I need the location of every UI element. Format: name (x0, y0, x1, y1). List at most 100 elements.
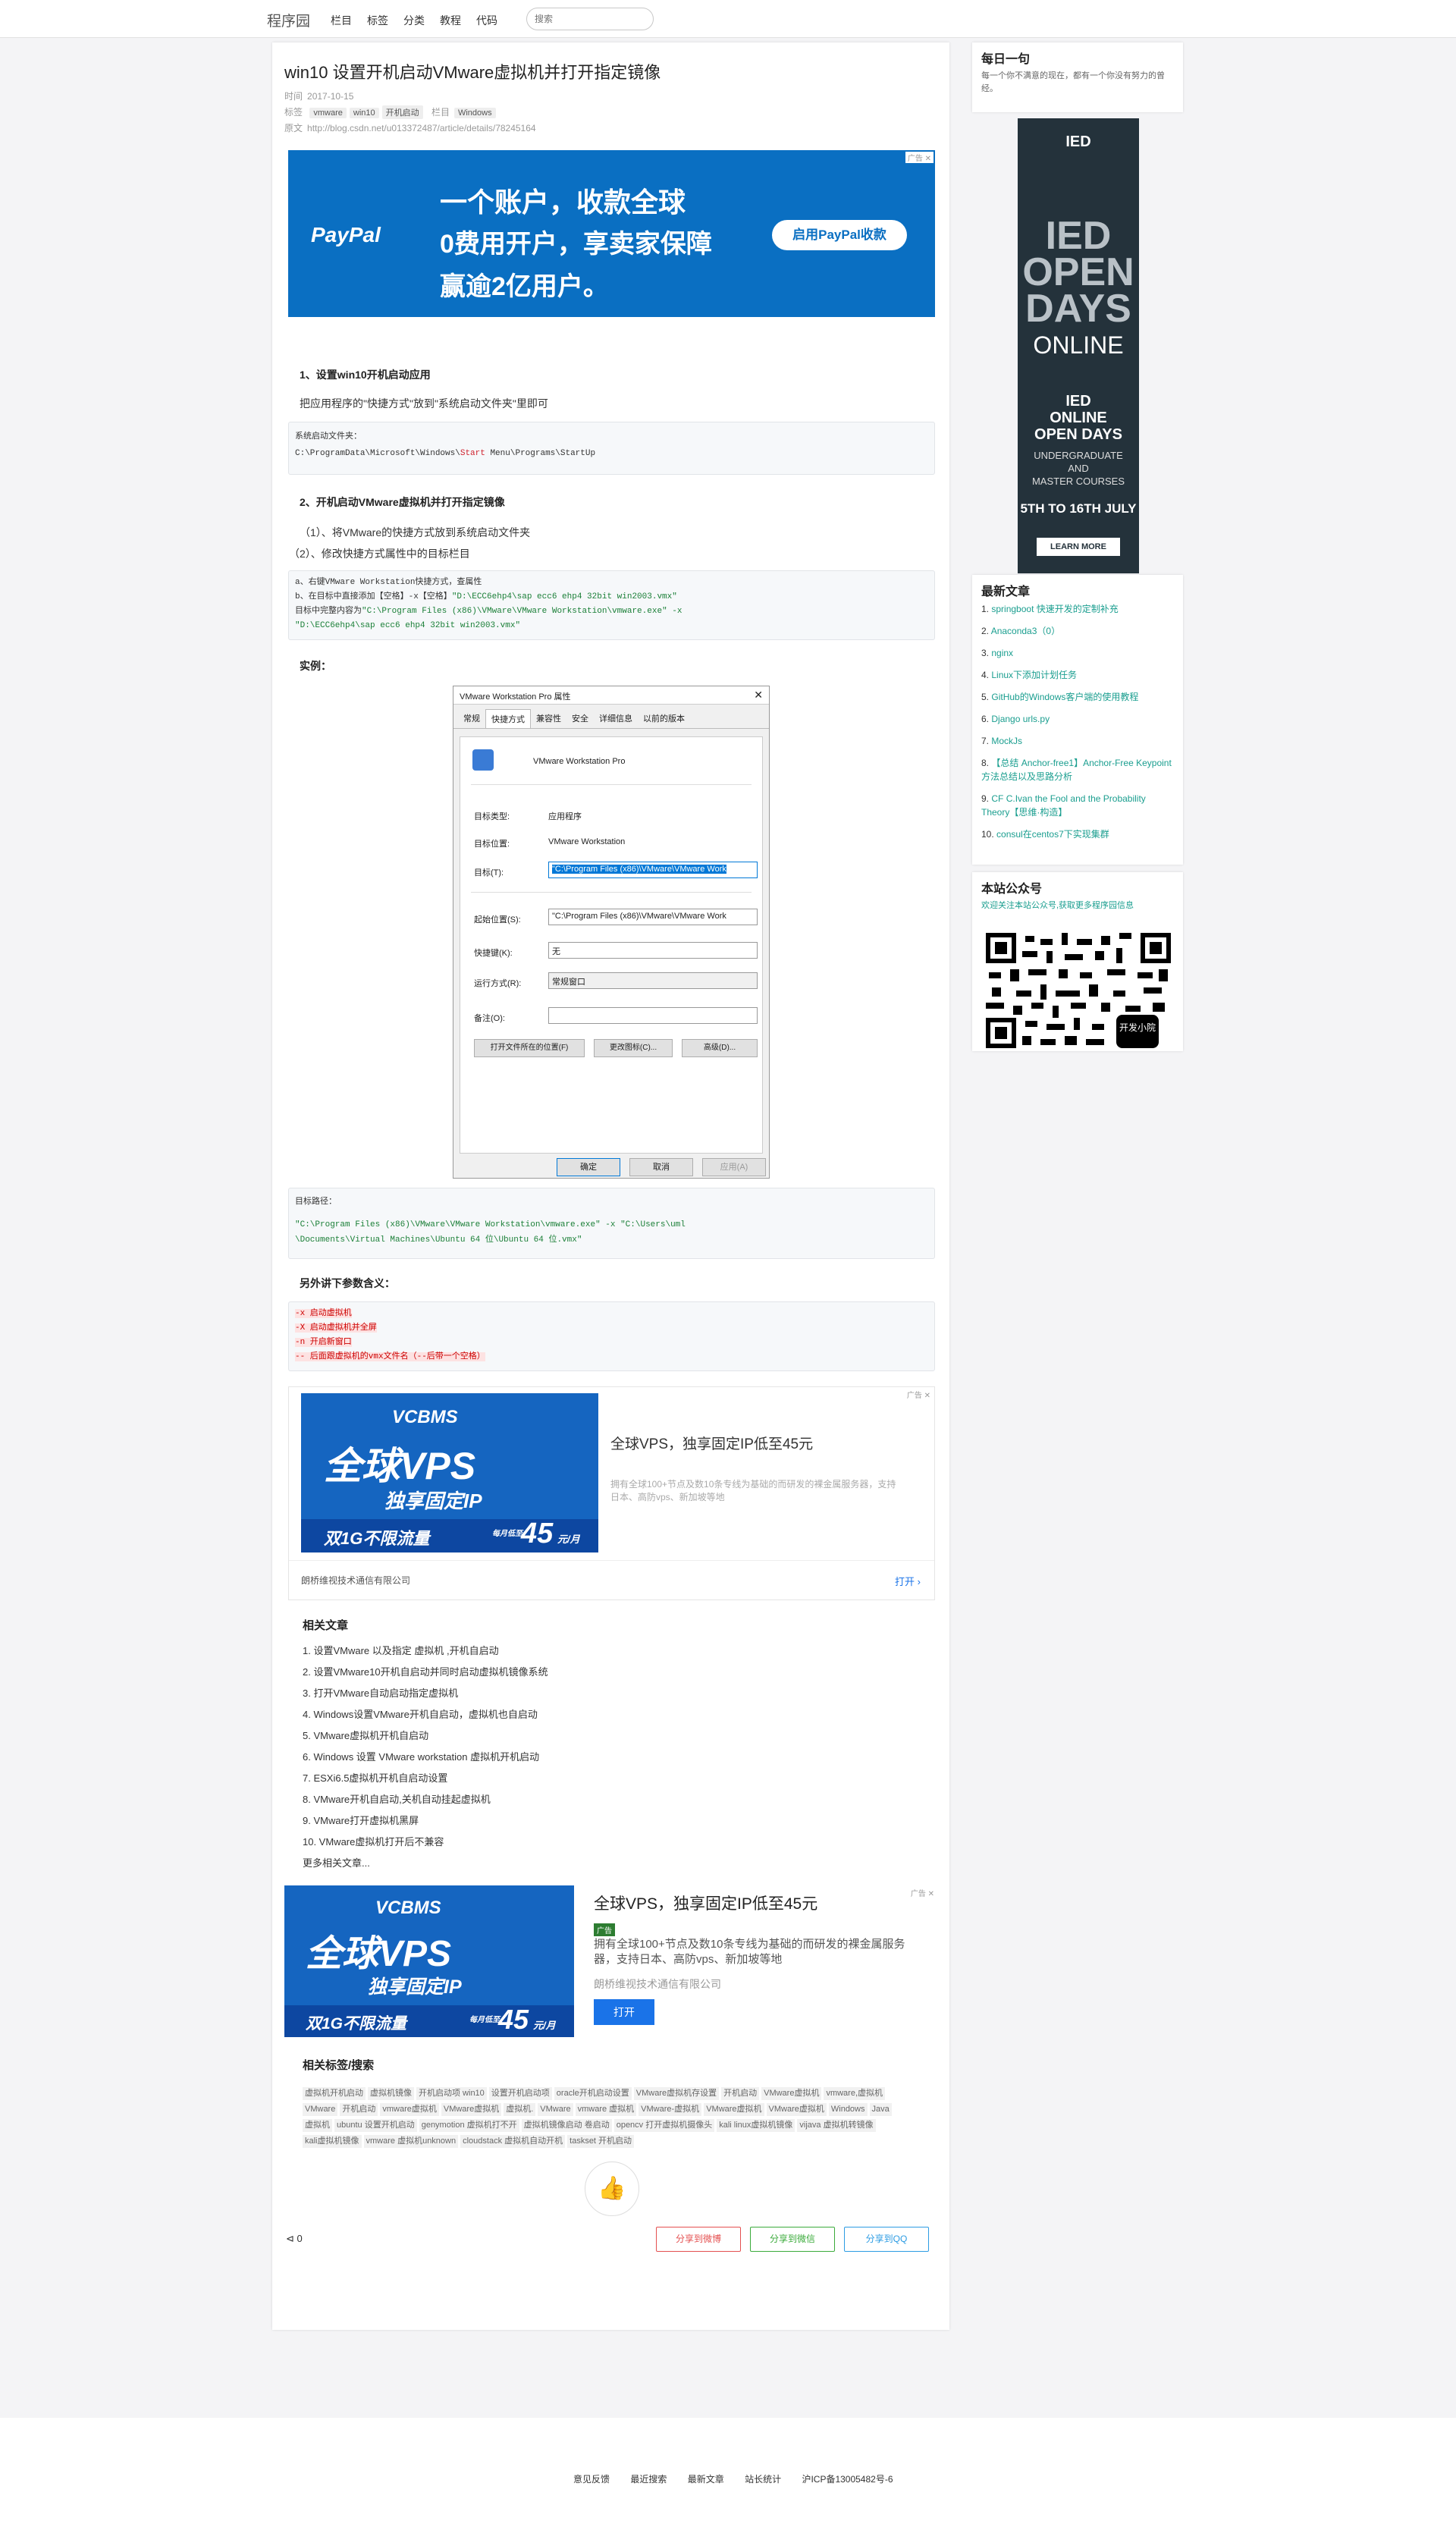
vmware-app-icon (472, 749, 494, 771)
more-related-link[interactable]: 更多相关文章... (303, 1855, 370, 1870)
related-link[interactable]: 8. VMware开机自启动,关机自动挂起虚拟机 (303, 1791, 491, 1806)
nav-item-code[interactable]: 代码 (476, 13, 497, 28)
latest-article-link[interactable]: 5. GitHub的Windows客户端的使用教程 (981, 690, 1174, 704)
related-heading: 相关文章 (303, 1619, 349, 1632)
tag-link[interactable]: vmware 虚拟机 (575, 2103, 637, 2116)
tag-link[interactable]: 虚拟机开机启动 (303, 2087, 366, 2100)
latest-article-link[interactable]: 6. Django urls.py (981, 712, 1174, 726)
tag-link[interactable]: 虚拟机镜像启动 卷启动 (521, 2119, 612, 2132)
latest-article-link[interactable]: 8. 【总结 Anchor-free1】Anchor-Free Keypoint… (981, 756, 1174, 783)
footer-link-stats[interactable]: 站长统计 (745, 2474, 781, 2485)
ad-open-button[interactable]: 打开 (594, 1999, 654, 2025)
learn-more-button[interactable]: LEARN MORE (1037, 538, 1120, 556)
vps-ad-card[interactable]: 广告 ✕ VCBMS 全球VPS 独享固定IP 双1G不限流量 每月低至 45 … (288, 1386, 935, 1600)
ad-description: 拥有全球100+节点及数10条专线为基础的而研发的裸金属服务器，支持日本、高防v… (594, 1938, 905, 1966)
tag-link[interactable]: VMware (538, 2103, 573, 2116)
tag-link[interactable]: ubuntu 设置开机启动 (334, 2119, 417, 2132)
related-link[interactable]: 1. 设置VMware 以及指定 虚拟机 ,开机自启动 (303, 1643, 499, 1657)
latest-article-link[interactable]: 3. nginx (981, 646, 1174, 660)
tag-link[interactable]: vijava 虚拟机转镜像 (797, 2119, 876, 2132)
tag-link[interactable]: vmware 虚拟机unknown (363, 2135, 459, 2148)
ad-close-icon[interactable]: 广告 ✕ (904, 1389, 933, 1400)
share-qq-button[interactable]: 分享到QQ (844, 2227, 929, 2252)
related-link[interactable]: 7. ESXi6.5虚拟机开机自启动设置 (303, 1770, 447, 1785)
share-wechat-button[interactable]: 分享到微信 (750, 2227, 835, 2252)
tag-link[interactable]: VMware虚拟机 (766, 2103, 827, 2116)
related-link[interactable]: 10. VMware虚拟机打开后不兼容 (303, 1834, 444, 1848)
tag-link[interactable]: kali linux虚拟机镜像 (717, 2119, 795, 2132)
latest-article-link[interactable]: 10. consul在centos7下实现集群 (981, 827, 1174, 841)
footer-link-latest[interactable]: 最新文章 (688, 2474, 724, 2485)
related-link[interactable]: 9. VMware打开虚拟机黑屏 (303, 1813, 419, 1827)
article-source: 原文 http://blog.csdn.net/u013372487/articl… (284, 123, 536, 133)
tag-link[interactable]: opencv 打开虚拟机摄像头 (613, 2119, 715, 2132)
tag-link[interactable]: VMware虚拟机 (441, 2103, 502, 2116)
tag-link[interactable]: 虚拟机镜像 (368, 2087, 414, 2100)
tag-link[interactable]: VMware-虚拟机 (639, 2103, 702, 2116)
tag-chip[interactable]: win10 (349, 108, 379, 118)
vps-ad-wide[interactable]: 广告 ✕ VCBMS 全球VPS 独享固定IP 双1G不限流量 每月低至 45 … (284, 1885, 938, 2037)
article-tags: 标签 vmware win10 开机启动 栏目 Windows (284, 105, 499, 119)
latest-article-link[interactable]: 4. Linux下添加计划任务 (981, 668, 1174, 682)
thumbs-up-icon[interactable]: 👍 (585, 2162, 639, 2216)
wechat-account-title: 本站公众号 (981, 883, 1043, 896)
daily-quote-title: 每日一句 (981, 53, 1031, 66)
tag-link[interactable]: cloudstack 虚拟机自动开机 (460, 2135, 566, 2148)
vmware-properties-dialog-image: VMware Workstation Pro 属性 ✕ 常规 快捷方式 兼容性 安全 详细… (453, 686, 770, 1179)
latest-article-link[interactable]: 7. MockJs (981, 734, 1174, 748)
ad-close-icon[interactable]: 广告 ✕ (905, 152, 934, 163)
section-heading: 2、开机启动VMware虚拟机并打开指定镜像 (300, 496, 505, 508)
nav-item-column[interactable]: 栏目 (331, 13, 352, 28)
latest-article-link[interactable]: 1. springboot 快速开发的定制补充 (981, 602, 1174, 616)
ad-title[interactable]: 全球VPS，独享固定IP低至45元 (594, 1892, 817, 1914)
tag-link[interactable]: VMware虚拟机存设置 (633, 2087, 720, 2100)
tag-link[interactable]: Java (869, 2103, 892, 2116)
daily-quote-card: 每日一句 每一个你不满意的现在，都有一个你没有努力的曾经。 (972, 42, 1183, 112)
column-chip[interactable]: Windows (453, 108, 496, 118)
ad-title[interactable]: 全球VPS，独享固定IP低至45元 (610, 1433, 813, 1453)
ied-ad-banner[interactable]: IED IED OPEN DAYS ONLINE IED ONLINE OPEN DAY… (1018, 118, 1139, 573)
ad-close-icon[interactable]: 广告 ✕ (908, 1887, 937, 1898)
tag-link[interactable]: 开机启动 (340, 2103, 378, 2116)
ad-open-link[interactable]: 打开 › (895, 1574, 921, 1588)
tag-link[interactable]: 虚拟机. (504, 2103, 536, 2116)
search-input[interactable] (526, 8, 654, 30)
paypal-ad-banner[interactable]: 广告 ✕ PayPal 一个账户，收款全球 0费用开户，享卖家保障 赢逾2亿用户… (288, 150, 935, 317)
tag-link[interactable]: taskset 开机启动 (567, 2135, 635, 2148)
related-link[interactable]: 4. Windows设置VMware开机自启动，虚拟机也自启动 (303, 1706, 538, 1721)
ad-cta-button[interactable]: 启用PayPal收款 (772, 220, 907, 250)
latest-article-link[interactable]: 9. CF C.Ivan the Fool and the Probabilit… (981, 792, 1174, 819)
tag-link[interactable]: 开机启动 (721, 2087, 760, 2100)
tag-chip[interactable]: 开机启动 (381, 105, 423, 119)
site-logo[interactable]: 程序园 (267, 10, 310, 30)
tag-link[interactable]: vmware虚拟机 (380, 2103, 439, 2116)
tag-link[interactable]: vmware,虚拟机 (824, 2087, 886, 2100)
vps-ad-image: VCBMS 全球VPS 独享固定IP 双1G不限流量 每月低至 45 元/月 (284, 1885, 574, 2037)
tag-link[interactable]: 设置开机启动项 (488, 2087, 552, 2100)
tag-link[interactable]: VMware虚拟机 (761, 2087, 822, 2100)
tag-chip[interactable]: vmware (309, 108, 347, 118)
footer-link-recent-search[interactable]: 最近搜索 (630, 2474, 667, 2485)
tag-link[interactable]: Windows (828, 2103, 868, 2116)
nav-item-tags[interactable]: 标签 (367, 13, 388, 28)
tag-link[interactable]: genymotion 虚拟机打不开 (419, 2119, 519, 2132)
tag-link[interactable]: 虚拟机 (303, 2119, 332, 2132)
related-link[interactable]: 2. 设置VMware10开机自启动并同时启动虚拟机镜像系统 (303, 1664, 548, 1678)
footer-icp[interactable]: 沪ICP备13005482号-6 (802, 2474, 893, 2485)
nav-item-tutorial[interactable]: 教程 (440, 13, 461, 28)
tag-link[interactable]: 开机启动项 win10 (416, 2087, 487, 2100)
footer-link-feedback[interactable]: 意见反馈 (573, 2474, 610, 2485)
related-link[interactable]: 6. Windows 设置 VMware workstation 虚拟机开机启动 (303, 1749, 539, 1763)
source-link[interactable]: http://blog.csdn.net/u013372487/article/… (307, 123, 536, 133)
tag-link[interactable]: oracle开机启动设置 (554, 2087, 632, 2100)
tag-link[interactable]: kali虚拟机镜像 (303, 2135, 362, 2148)
related-link[interactable]: 3. 打开VMware自动启动指定虚拟机 (303, 1685, 458, 1700)
share-weibo-button[interactable]: 分享到微博 (656, 2227, 741, 2252)
tag-link[interactable]: VMware (303, 2103, 338, 2116)
code-block: a、右键VMware Workstation快捷方式，查属性 b、在目标中直接添… (288, 570, 935, 640)
nav-item-category[interactable]: 分类 (403, 13, 425, 28)
latest-article-link[interactable]: 2. Anaconda3（0） (981, 624, 1174, 638)
paypal-logo: PayPal (311, 223, 381, 246)
tag-link[interactable]: VMware虚拟机 (704, 2103, 764, 2116)
related-link[interactable]: 5. VMware虚拟机开机自启动 (303, 1728, 428, 1742)
